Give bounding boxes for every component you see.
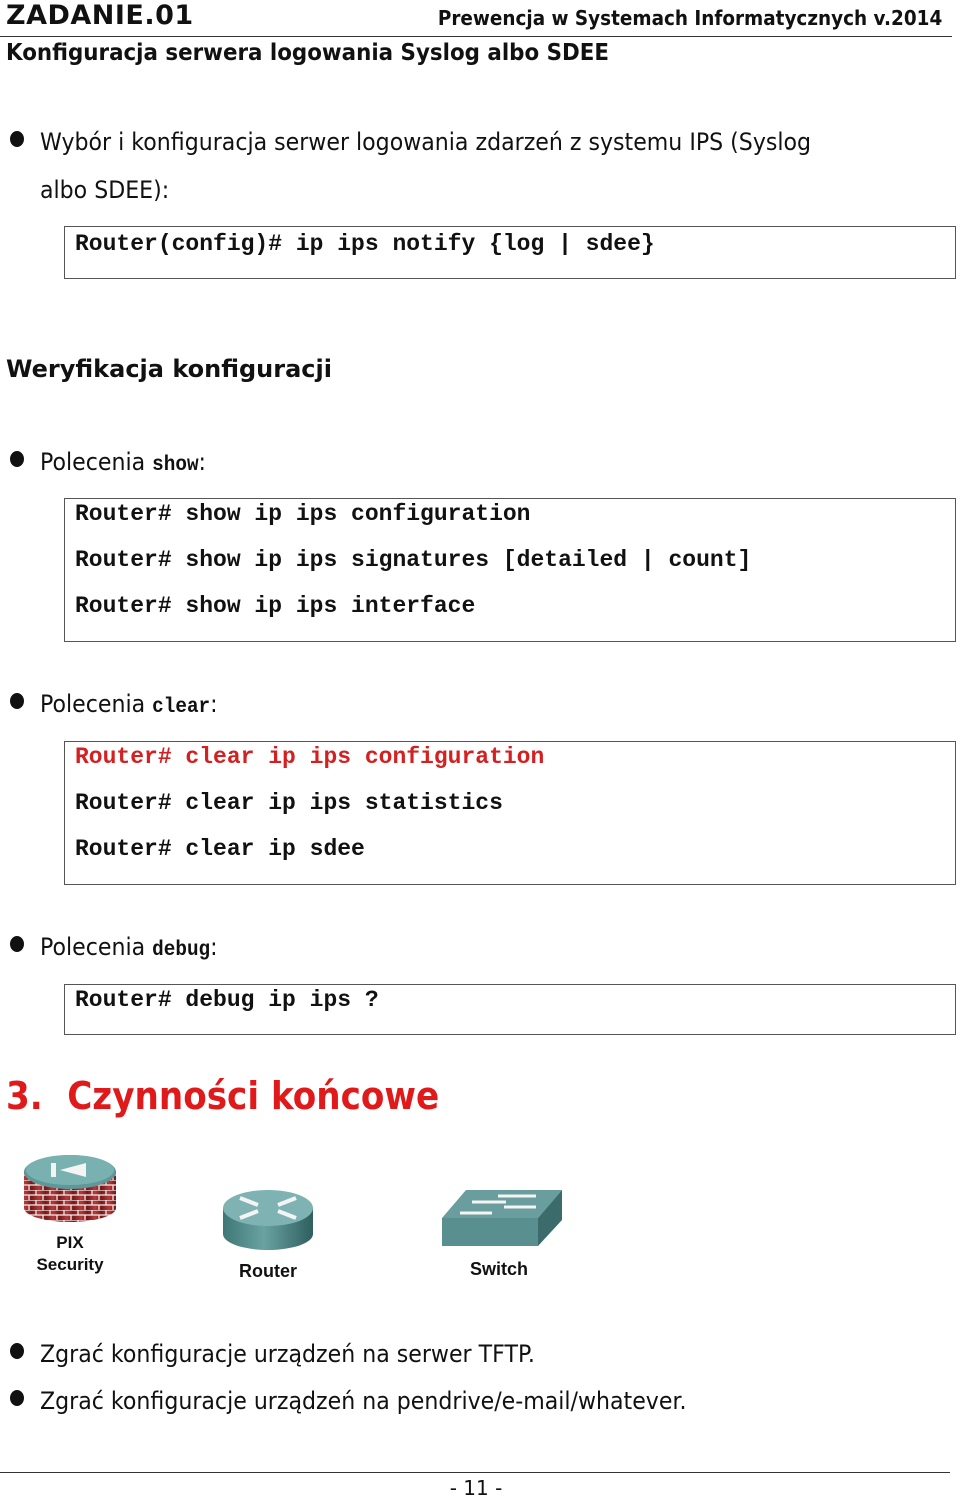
- router-device: Router: [218, 1186, 318, 1282]
- final-bullet: Zgrać konfiguracje urządzeń na pendrive/…: [10, 1387, 743, 1415]
- command-line: Router# debug ip ips ?: [75, 987, 379, 1013]
- clear-suffix: :: [210, 690, 218, 718]
- command-line-highlighted: Router# clear ip ips configuration: [75, 744, 545, 770]
- section-number: 3.: [6, 1074, 43, 1118]
- pix-device: PIX Security: [18, 1150, 122, 1276]
- footer-divider: [0, 1472, 950, 1473]
- bullet-icon: [10, 1390, 24, 1406]
- show-label: Polecenia show:: [40, 448, 206, 477]
- intro-text-line1: Wybór i konfiguracja serwer logowania zd…: [40, 128, 812, 156]
- command-line: Router(config)# ip ips notify {log | sde…: [75, 231, 655, 257]
- page-number: - 11 -: [449, 1476, 503, 1500]
- command-line: Router# show ip ips configuration: [75, 501, 531, 527]
- bullet-icon: [10, 693, 24, 709]
- show-suffix: :: [198, 448, 207, 476]
- debug-keyword: debug: [152, 939, 211, 962]
- debug-suffix: :: [210, 933, 218, 961]
- device-label: Switch: [469, 1259, 528, 1279]
- final-bullet-text: Zgrać konfiguracje urządzeń na serwer TF…: [40, 1340, 535, 1368]
- intro-bullet: Wybór i konfiguracja serwer logowania zd…: [10, 128, 878, 156]
- command-line: Router# clear ip ips statistics: [75, 790, 503, 816]
- show-bullet: Polecenia show:: [10, 448, 220, 477]
- clear-label: Polecenia clear:: [40, 690, 218, 719]
- task-label: ZADANIE.01: [6, 0, 194, 31]
- header-divider: [0, 36, 952, 37]
- pix-firewall-icon: [24, 1155, 116, 1222]
- switch-device: Switch: [432, 1188, 566, 1280]
- bullet-icon: [10, 1343, 24, 1359]
- final-bullet-text: Zgrać konfiguracje urządzeń na pendrive/…: [40, 1387, 687, 1415]
- intro-text-line2-wrap: albo SDEE):: [40, 176, 180, 204]
- show-label-text: Polecenia: [40, 448, 153, 476]
- command-line: Router# show ip ips interface: [75, 593, 476, 619]
- bullet-icon: [10, 451, 24, 467]
- device-label: Router: [239, 1261, 297, 1281]
- debug-label-text: Polecenia: [40, 933, 153, 961]
- document-title: Konfiguracja serwera logowania Syslog al…: [6, 40, 610, 66]
- bullet-icon: [10, 936, 24, 952]
- verification-heading: Weryfikacja konfiguracji: [6, 355, 332, 383]
- device-label-line1: PIX: [56, 1233, 84, 1252]
- show-keyword: show: [152, 454, 199, 477]
- final-bullet: Zgrać konfiguracje urządzeń na serwer TF…: [10, 1340, 578, 1368]
- clear-label-text: Polecenia: [40, 690, 153, 718]
- clear-commands-box: Router# clear ip ips configuration Route…: [64, 741, 956, 885]
- debug-label: Polecenia debug:: [40, 933, 218, 962]
- intro-text-line2: albo SDEE):: [40, 176, 170, 204]
- clear-bullet: Polecenia clear:: [10, 690, 233, 719]
- course-title: Prewencja w Systemach Informatycznych v.…: [437, 6, 942, 30]
- show-commands-box: Router# show ip ips configuration Router…: [64, 498, 956, 642]
- section-title: Czynności końcowe: [67, 1074, 440, 1118]
- section-3-heading: 3. Czynności końcowe: [6, 1074, 439, 1118]
- clear-keyword: clear: [152, 696, 211, 719]
- router-icon: [223, 1190, 313, 1250]
- device-label-line2: Security: [36, 1255, 104, 1274]
- debug-command-box: Router# debug ip ips ?: [64, 984, 956, 1035]
- command-line: Router# clear ip sdee: [75, 836, 365, 862]
- debug-bullet: Polecenia debug:: [10, 933, 233, 962]
- notify-command-box: Router(config)# ip ips notify {log | sde…: [64, 226, 956, 279]
- command-line: Router# show ip ips signatures [detailed…: [75, 547, 752, 573]
- bullet-icon: [10, 131, 24, 147]
- switch-icon: [442, 1190, 562, 1246]
